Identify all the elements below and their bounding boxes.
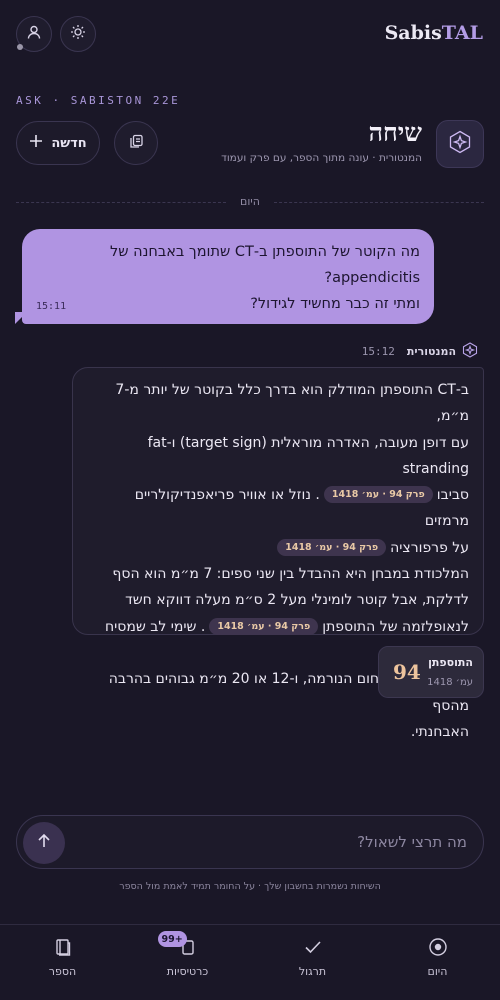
assistant-header: המנטורית 15:12	[361, 341, 478, 361]
book-icon	[53, 937, 73, 959]
user-message-bubble: מה הקוטר של התוספתן ב-CT שתומך באבחנה של…	[22, 229, 434, 324]
assistant-time: 15:12	[361, 344, 395, 358]
footnote: השיחות נשמרות בחשבון שלך · על החומר תמיד…	[119, 881, 381, 892]
assistant-name: המנטורית	[406, 344, 456, 358]
citation-chip[interactable]: פרק 94 · עמ׳ 1418	[209, 617, 319, 635]
mentor-avatar	[436, 120, 484, 168]
arrow-up-icon	[36, 833, 52, 853]
answer-line: ב-CT התוספתן המודלק הוא בדרך כלל בקוטר ש…	[115, 382, 469, 425]
send-button[interactable]	[23, 822, 65, 864]
copy-icon	[129, 134, 144, 153]
flashcards-badge: 99+	[157, 931, 187, 947]
nav-label: הספר	[48, 965, 77, 978]
top-bar: SabisTAL	[0, 0, 500, 70]
source-chapter-number: 94	[393, 660, 421, 684]
new-chat-label: חדשה	[51, 135, 87, 151]
user-message-line: ומתי זה כבר מחשיד לגידול?	[250, 296, 420, 312]
source-card[interactable]: 94 התוספתן עמ׳ 1418	[378, 646, 484, 698]
bubble-tail	[15, 312, 27, 324]
nav-label: תרגול	[298, 965, 327, 978]
user-message-time: 15:11	[36, 301, 67, 312]
brand-name-accent: TAL	[441, 22, 483, 44]
user-message-line: מה הקוטר של התוספתן ב-CT שתומך באבחנה של…	[109, 244, 420, 286]
plus-icon	[29, 134, 43, 152]
nav-item-today[interactable]: היום	[375, 925, 500, 1000]
eyebrow-label: ASK · SABISTON 22E	[16, 94, 181, 107]
nav-label: כרטיסיות	[166, 965, 209, 978]
brand-name-main: Sabis	[384, 22, 442, 44]
status-dot	[17, 44, 23, 50]
assistant-message-bubble: ב-CT התוספתן המודלק הוא בדרך כלל בקוטר ש…	[72, 367, 484, 740]
sparkle-icon	[448, 130, 472, 158]
target-icon	[428, 937, 448, 959]
composer	[16, 815, 484, 869]
nav-label: היום	[427, 965, 448, 978]
answer-text: סביבו	[436, 487, 469, 504]
bottom-nav: הספר 99+ כרטיסיות תרגול היום	[0, 924, 500, 1000]
answer-line: המלכודת במבחן היא ההבדל בין שני ספים: 7 …	[112, 566, 469, 583]
answer-line: עם דופן מעובה, האדרה מוראלית (target sig…	[147, 434, 469, 477]
question-input[interactable]	[87, 816, 467, 868]
user-icon	[26, 24, 42, 44]
citation-chip[interactable]: פרק 94 · עמ׳ 1418	[277, 538, 387, 556]
nav-item-book[interactable]: הספר	[0, 925, 125, 1000]
brand-logo[interactable]: SabisTAL	[385, 22, 483, 44]
mentor-icon	[462, 341, 478, 361]
new-chat-button[interactable]: חדשה	[16, 121, 100, 165]
theme-toggle-button[interactable]	[60, 16, 96, 52]
nav-item-flashcards[interactable]: 99+ כרטיסיות	[125, 925, 250, 1000]
date-divider: היום	[16, 195, 484, 209]
source-page: עמ׳ 1418	[427, 677, 473, 688]
page-title: שיחה	[368, 118, 422, 147]
page-subtitle: המנטורית · עונה מתוך הספר, עם פרק ועמוד	[221, 152, 422, 164]
answer-text: לנאופלזמה של התוספתן	[322, 618, 469, 635]
answer-line: האבחנתי.	[410, 723, 469, 740]
nav-item-practice[interactable]: תרגול	[250, 925, 375, 1000]
answer-line: סביבופרק 94 · עמ׳ 1418. נוזל או אוויר פר…	[87, 482, 469, 535]
page-header: חדשה שיחה המנטורית · עונה מתוך הספר, עם …	[16, 118, 484, 168]
answer-text: על פרפורציה	[390, 539, 469, 556]
answer-line: לדלקת, אבל קוטר לומינלי מעל 2 ס״מ מעלה ד…	[125, 592, 469, 609]
check-icon	[303, 937, 323, 959]
answer-line: על פרפורציהפרק 94 · עמ׳ 1418	[87, 535, 469, 561]
source-title: התוספתן	[428, 656, 473, 669]
citation-chip[interactable]: פרק 94 · עמ׳ 1418	[323, 486, 433, 504]
cards-icon: 99+	[157, 931, 198, 959]
history-button[interactable]	[114, 121, 158, 165]
sun-icon	[70, 24, 86, 44]
